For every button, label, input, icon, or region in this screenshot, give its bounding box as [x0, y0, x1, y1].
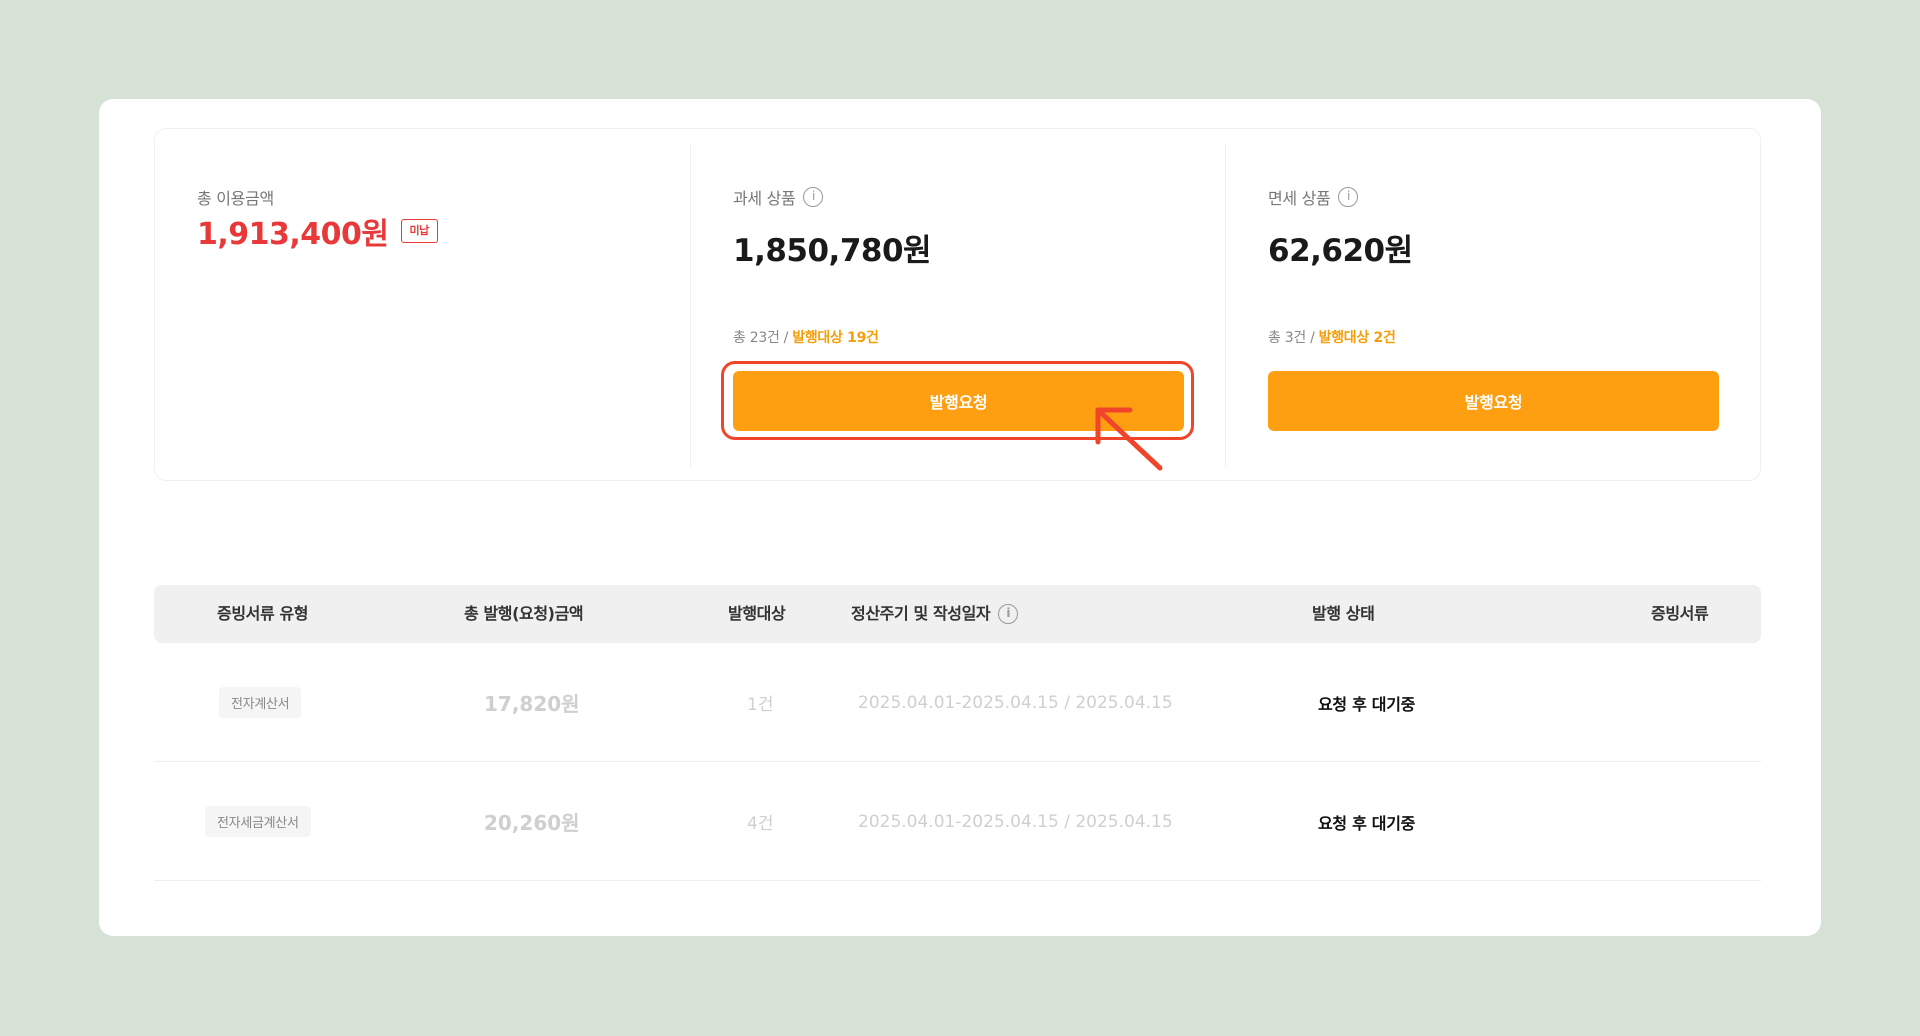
info-icon[interactable]: i: [803, 187, 824, 207]
info-icon[interactable]: i: [1338, 187, 1359, 207]
taxfree-count-total: 총 3건 /: [1268, 330, 1319, 346]
summary-panel: 총 이용금액 1,913,400원 미납 과세 상품 i 1,850,780원 …: [154, 128, 1761, 481]
header-targets: 발행대상: [728, 604, 786, 623]
header-total-amount: 총 발행(요청)금액: [464, 604, 584, 623]
taxfree-amount: 62,620원: [1268, 233, 1413, 269]
taxable-count-total: 총 23건 /: [733, 330, 793, 346]
taxable-count-target: 발행대상 19건: [792, 330, 879, 346]
taxfree-count-target: 발행대상 2건: [1318, 330, 1396, 346]
amount-value: 17,820원: [484, 692, 580, 716]
unpaid-badge: 미납: [400, 219, 438, 243]
taxable-count: 총 23건 / 발행대상 19건: [733, 327, 879, 347]
header-status: 발행 상태: [1312, 604, 1375, 623]
table-row: 전자계산서 17,820원 1건 2025.04.01-2025.04.15 /…: [154, 643, 1761, 762]
header-period: 정산주기 및 작성일자 i: [851, 585, 1019, 643]
targets-cell: 4건: [747, 762, 773, 881]
total-usage-amount: 1,913,400원 미납: [197, 209, 438, 253]
targets-cell: 1건: [747, 643, 773, 762]
amount-cell: 20,260원: [484, 762, 580, 881]
taxable-amount: 1,850,780원: [733, 233, 932, 269]
status-cell: 요청 후 대기중: [1318, 762, 1415, 881]
document-type-cell: 전자세금계산서: [205, 762, 311, 881]
taxfree-section: 면세 상품 i 62,620원 총 3건 / 발행대상 2건 발행요청: [1225, 143, 1760, 468]
period-value: 2025.04.01-2025.04.15 / 2025.04.15: [858, 692, 1173, 713]
total-usage-label: 총 이용금액: [197, 189, 274, 208]
status-value: 요청 후 대기중: [1318, 813, 1416, 833]
period-cell: 2025.04.01-2025.04.15 / 2025.04.15: [858, 762, 1173, 881]
header-document-type: 증빙서류 유형: [217, 604, 309, 623]
document-type-badge: 전자계산서: [219, 687, 302, 718]
header-period-text: 정산주기 및 작성일자: [851, 604, 991, 623]
table-header: 증빙서류 유형 총 발행(요청)금액 발행대상 정산주기 및 작성일자 i 발행…: [154, 585, 1761, 643]
taxfree-issue-request-button[interactable]: 발행요청: [1268, 371, 1719, 431]
status-value: 요청 후 대기중: [1318, 694, 1416, 714]
document-type-cell: 전자계산서: [219, 643, 302, 762]
total-amount-value: 1,913,400원: [197, 217, 389, 252]
period-cell: 2025.04.01-2025.04.15 / 2025.04.15: [858, 643, 1173, 762]
targets-value: 1건: [747, 695, 774, 715]
amount-value: 20,260원: [484, 811, 580, 835]
status-cell: 요청 후 대기중: [1318, 643, 1415, 762]
period-value: 2025.04.01-2025.04.15 / 2025.04.15: [858, 811, 1173, 832]
header-document: 증빙서류: [1651, 604, 1709, 623]
taxable-label: 과세 상품 i: [733, 185, 824, 209]
taxfree-label: 면세 상품 i: [1268, 185, 1359, 209]
taxable-label-text: 과세 상품: [733, 189, 796, 208]
targets-value: 4건: [747, 814, 774, 834]
table-row: 전자세금계산서 20,260원 4건 2025.04.01-2025.04.15…: [154, 762, 1761, 881]
taxable-section: 과세 상품 i 1,850,780원 총 23건 / 발행대상 19건 발행요청: [690, 143, 1225, 468]
taxfree-label-text: 면세 상품: [1268, 189, 1331, 208]
taxfree-count: 총 3건 / 발행대상 2건: [1268, 327, 1396, 347]
taxable-issue-request-button[interactable]: 발행요청: [733, 371, 1184, 431]
total-usage-section: 총 이용금액 1,913,400원 미납: [155, 129, 690, 482]
document-type-badge: 전자세금계산서: [205, 806, 311, 837]
amount-cell: 17,820원: [484, 643, 580, 762]
info-icon[interactable]: i: [998, 604, 1019, 624]
